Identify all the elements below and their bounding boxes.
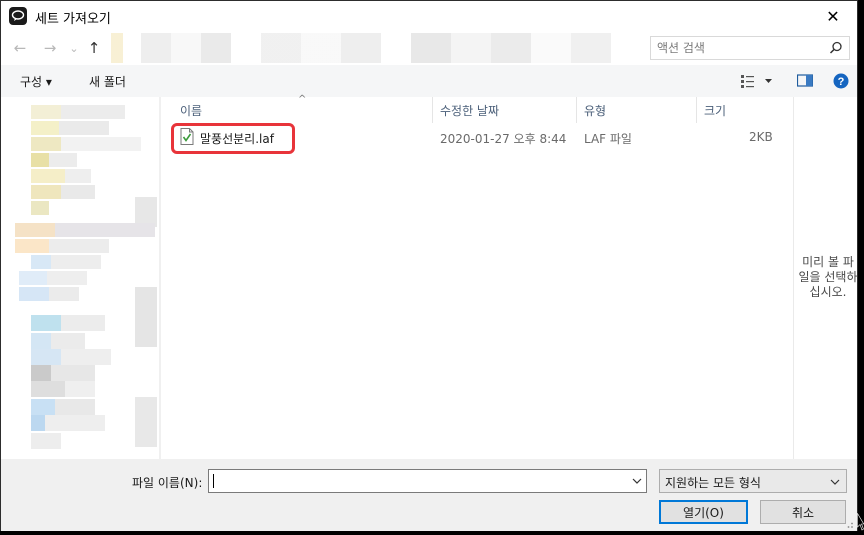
mouse-cursor-icon	[857, 513, 864, 531]
text-caret	[213, 474, 214, 488]
cancel-button[interactable]: 취소	[760, 500, 846, 524]
address-bar-redacted[interactable]	[111, 33, 641, 63]
organize-menu[interactable]: 구성 ▾	[20, 73, 52, 90]
file-modified: 2020-01-27 오후 8:44	[440, 132, 567, 146]
file-name-combobox[interactable]	[208, 469, 647, 493]
forward-button[interactable]: →	[41, 39, 59, 57]
new-folder-button[interactable]: 새 폴더	[89, 73, 126, 90]
file-type-select[interactable]: 지원하는 모든 형식	[659, 469, 847, 493]
search-box[interactable]	[650, 36, 850, 60]
forward-arrow-icon: →	[43, 39, 57, 57]
chevron-down-icon	[830, 479, 840, 485]
search-input[interactable]	[651, 37, 816, 59]
chevron-down-icon: ⌄	[69, 41, 79, 55]
resize-grip-icon[interactable]	[844, 519, 854, 529]
close-button[interactable]: ✕	[813, 1, 853, 31]
file-size: 2KB	[749, 130, 773, 144]
up-arrow-icon: ↑	[87, 39, 101, 57]
window-title: 세트 가져오기	[35, 12, 111, 27]
help-icon[interactable]: ?	[833, 73, 849, 89]
column-header-name[interactable]: 이름	[175, 97, 433, 123]
command-toolbar: 구성 ▾ 새 폴더 ?	[1, 65, 857, 97]
back-button[interactable]: ←	[11, 39, 29, 57]
column-header-size[interactable]: 크기	[699, 97, 793, 123]
view-options-icon[interactable]	[741, 73, 775, 89]
preview-pane: 미리 볼 파일을 선택하십시오.	[793, 97, 858, 459]
chevron-down-icon[interactable]	[631, 474, 643, 488]
column-header-modified[interactable]: 수정한 날짜	[435, 97, 577, 123]
dialog-footer: 파일 이름(N): 지원하는 모든 형식 열기(O) 취소	[1, 459, 857, 531]
back-arrow-icon: ←	[13, 39, 27, 57]
preview-pane-icon[interactable]	[797, 74, 813, 88]
recent-locations-button[interactable]: ⌄	[65, 39, 83, 57]
preview-message: 미리 볼 파일을 선택하십시오.	[798, 255, 858, 299]
open-button[interactable]: 열기(O)	[659, 500, 748, 524]
file-list: ^ 이름 수정한 날짜 유형 크기 말풍선분리.laf 2020-01-27 오…	[161, 94, 793, 459]
search-icon	[829, 41, 842, 54]
file-name-label: 파일 이름(N):	[132, 476, 203, 490]
navigation-bar: ← → ⌄ ↑	[1, 31, 857, 65]
file-type: LAF 파일	[584, 132, 632, 146]
import-set-dialog: 세트 가져오기 ✕ ← → ⌄ ↑ 구성 ▾ 새 폴더	[0, 0, 858, 531]
svg-text:?: ?	[838, 76, 845, 88]
annotation-highlight-box	[171, 123, 295, 154]
close-icon: ✕	[826, 6, 840, 26]
title-bar: 세트 가져오기 ✕	[1, 1, 857, 31]
navigation-pane-redacted[interactable]	[1, 97, 159, 459]
up-button[interactable]: ↑	[85, 39, 103, 57]
file-name-input[interactable]	[209, 470, 624, 492]
app-icon	[9, 7, 27, 25]
file-type-selected: 지원하는 모든 형식	[665, 476, 761, 490]
column-header-type[interactable]: 유형	[579, 97, 697, 123]
